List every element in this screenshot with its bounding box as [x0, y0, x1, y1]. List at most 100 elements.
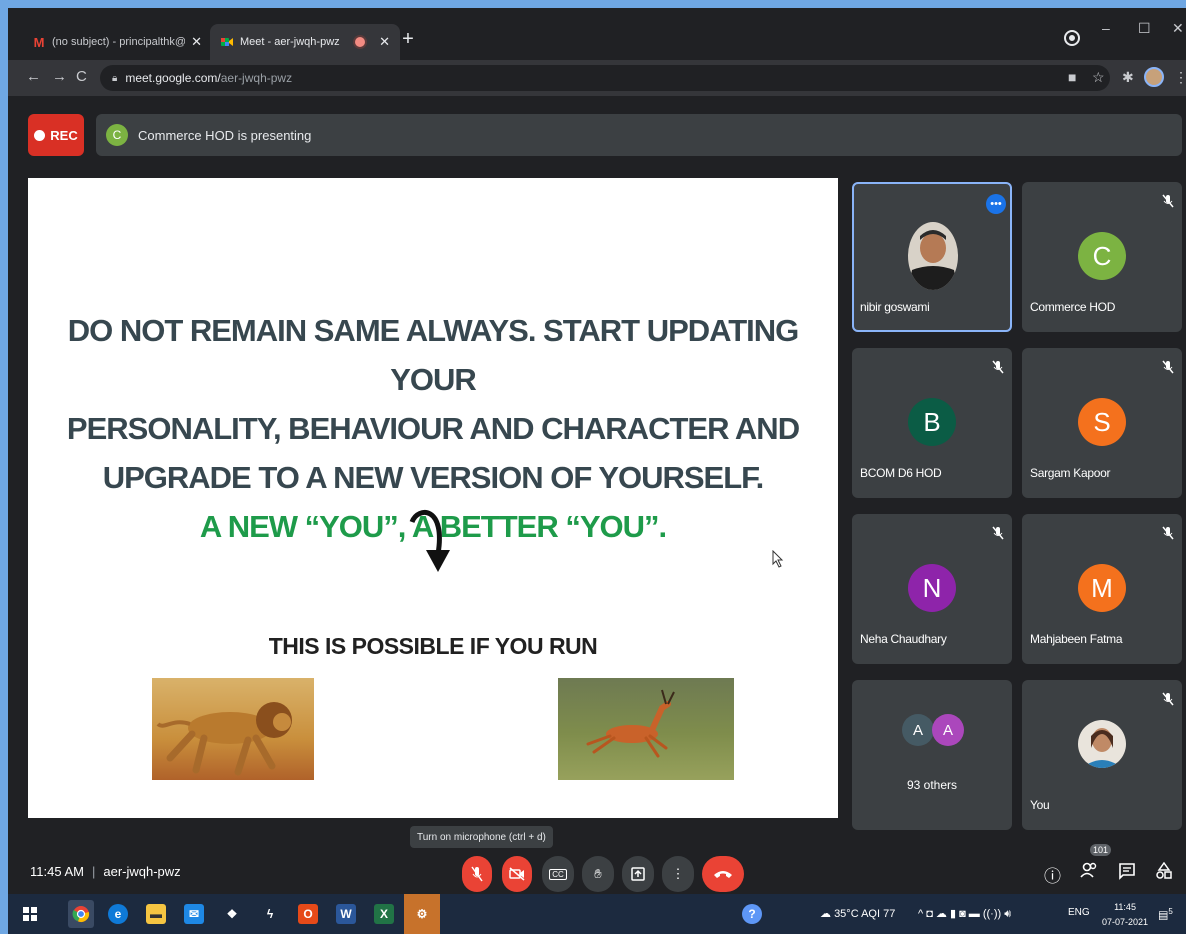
windows-start-icon[interactable]	[20, 904, 40, 924]
participant-avatar: C	[1078, 232, 1126, 280]
curved-arrow-icon	[409, 510, 450, 572]
participant-name: Mahjabeen Fatma	[1030, 632, 1123, 646]
participant-tile[interactable]: M Mahjabeen Fatma	[1022, 514, 1182, 664]
winamp-icon[interactable]: ϟ	[260, 904, 280, 924]
camera-off-icon	[509, 867, 525, 881]
captions-button[interactable]: CC	[542, 856, 574, 892]
help-icon[interactable]: ?	[742, 904, 762, 924]
more-vert-icon: ⋮	[671, 866, 685, 881]
profile-avatar[interactable]	[1144, 67, 1164, 87]
slide-subtitle: THIS IS POSSIBLE IF YOU RUN	[268, 633, 598, 659]
participant-tile[interactable]: N Neha Chaudhary	[852, 514, 1012, 664]
address-bar[interactable]: 🔒︎ meet.google.com/aer-jwqh-pwz	[100, 65, 1110, 91]
slide-line-1: DO NOT REMAIN SAME ALWAYS. START UPDATIN…	[67, 313, 800, 397]
meeting-details-icon[interactable]: ⓘ	[1044, 862, 1061, 887]
extensions-icon[interactable]: ✱	[1122, 69, 1134, 86]
system-clock[interactable]: 11:45 07-07-2021	[1102, 900, 1148, 930]
tab-meet[interactable]: Meet - aer-jwqh-pwz ✕	[210, 24, 400, 60]
camera-toggle-button[interactable]	[502, 856, 532, 892]
participant-name: Commerce HOD	[1030, 300, 1116, 314]
presenter-avatar: C	[106, 124, 128, 146]
minimize-icon[interactable]: –	[1102, 20, 1110, 36]
recording-badge[interactable]: REC	[28, 114, 84, 156]
meeting-code: aer-jwqh-pwz	[103, 864, 181, 879]
activities-icon[interactable]	[1156, 861, 1172, 885]
hang-up-icon	[714, 871, 732, 878]
url-path: aer-jwqh-pwz	[220, 71, 293, 85]
windows-taskbar: e ▬ ✉ ❖ ϟ O W X ⚙ ? ☁ 35°C AQI 77 ^ ◘ ☁ …	[8, 894, 1186, 934]
participant-tile[interactable]: ••• nibir goswami	[852, 182, 1012, 332]
clock-time: 11:45	[1114, 902, 1136, 912]
forward-icon[interactable]: →	[52, 68, 67, 85]
close-tab-icon[interactable]: ✕	[191, 34, 202, 50]
mic-off-icon	[992, 360, 1004, 374]
participant-tile[interactable]: C Commerce HOD	[1022, 182, 1182, 332]
hand-icon: ✋︎	[594, 866, 602, 881]
file-explorer-icon[interactable]: ▬	[146, 904, 166, 924]
meet-icon	[220, 35, 234, 49]
deer-image	[558, 678, 734, 780]
weather-text: 35°C AQI 77	[834, 908, 896, 920]
chrome-icon[interactable]	[68, 900, 94, 928]
back-icon[interactable]: ←	[26, 68, 41, 85]
divider: |	[91, 864, 96, 879]
slide-line-3: UPGRADE TO A NEW VERSION OF YOURSELF.	[102, 460, 765, 495]
tab-gmail[interactable]: M (no subject) - principalthk@gmai ✕	[22, 24, 212, 60]
close-window-icon[interactable]: ✕	[1172, 20, 1184, 37]
mail-icon[interactable]: ✉	[184, 904, 204, 924]
more-options-icon[interactable]: •••	[986, 194, 1006, 214]
participant-tile[interactable]: B BCOM D6 HOD	[852, 348, 1012, 498]
tab-strip: M (no subject) - principalthk@gmai ✕ Mee…	[8, 8, 1186, 60]
self-photo	[1078, 720, 1126, 768]
participant-name: Sargam Kapoor	[1030, 466, 1111, 480]
close-tab-icon[interactable]: ✕	[379, 34, 390, 50]
reload-icon[interactable]: C	[76, 68, 87, 85]
participant-name: BCOM D6 HOD	[860, 466, 942, 480]
rec-label: REC	[50, 127, 78, 143]
clock-date: 07-07-2021	[1102, 917, 1149, 927]
microphone-toggle-button[interactable]	[462, 856, 492, 892]
participant-count-badge: 101	[1090, 844, 1112, 856]
word-icon[interactable]: W	[336, 904, 356, 924]
mic-off-icon	[471, 866, 483, 882]
lock-icon: 🔒︎	[112, 72, 118, 84]
settings-icon[interactable]: ⚙	[404, 894, 440, 934]
excel-icon[interactable]: X	[374, 904, 394, 924]
raise-hand-button[interactable]: ✋︎	[582, 856, 614, 892]
profile-indicator-icon[interactable]	[1066, 32, 1078, 44]
self-tile[interactable]: You	[1022, 680, 1182, 830]
mic-off-icon	[1162, 692, 1174, 706]
lion-image	[152, 678, 314, 780]
participant-tile[interactable]: S Sargam Kapoor	[1022, 348, 1182, 498]
bookmark-star-icon[interactable]: ☆	[1092, 69, 1105, 86]
url-host: meet.google.com/	[125, 71, 221, 85]
participant-name: Neha Chaudhary	[860, 632, 947, 646]
camera-in-use-icon[interactable]: ■	[1068, 69, 1076, 85]
maximize-icon[interactable]: ☐	[1138, 20, 1151, 37]
language-indicator[interactable]: ENG	[1068, 907, 1090, 918]
others-tile[interactable]: A A 93 others	[852, 680, 1012, 830]
others-count: 93 others	[906, 778, 958, 792]
more-options-button[interactable]: ⋮	[662, 856, 694, 892]
browser-window: M (no subject) - principalthk@gmai ✕ Mee…	[8, 8, 1186, 934]
edge-icon[interactable]: e	[108, 904, 128, 924]
new-tab-button[interactable]: +	[398, 28, 418, 51]
weather-icon: ☁	[820, 908, 831, 920]
mic-off-icon	[1162, 526, 1174, 540]
tab-title: (no subject) - principalthk@gmai	[52, 36, 186, 48]
people-icon[interactable]	[1080, 862, 1098, 883]
present-now-button[interactable]	[622, 856, 654, 892]
presenting-banner: C Commerce HOD is presenting	[96, 114, 1182, 156]
notifications-icon[interactable]: ▤5	[1158, 907, 1173, 922]
dropbox-icon[interactable]: ❖	[222, 904, 242, 924]
leave-call-button[interactable]	[702, 856, 744, 892]
menu-icon[interactable]: ⋮	[1174, 69, 1186, 86]
presentation-slide: DO NOT REMAIN SAME ALWAYS. START UPDATIN…	[28, 178, 838, 818]
participant-name: You	[1030, 798, 1050, 812]
tab-title: Meet - aer-jwqh-pwz	[240, 36, 340, 48]
chat-icon[interactable]	[1118, 862, 1136, 885]
office-icon[interactable]: O	[298, 904, 318, 924]
system-tray-icons[interactable]: ^ ◘ ☁ ▮ ◙ ▬ ((·)) 🔊︎	[918, 907, 1011, 921]
weather-widget[interactable]: ☁ 35°C AQI 77	[820, 907, 895, 920]
others-avatar: A	[902, 714, 934, 746]
